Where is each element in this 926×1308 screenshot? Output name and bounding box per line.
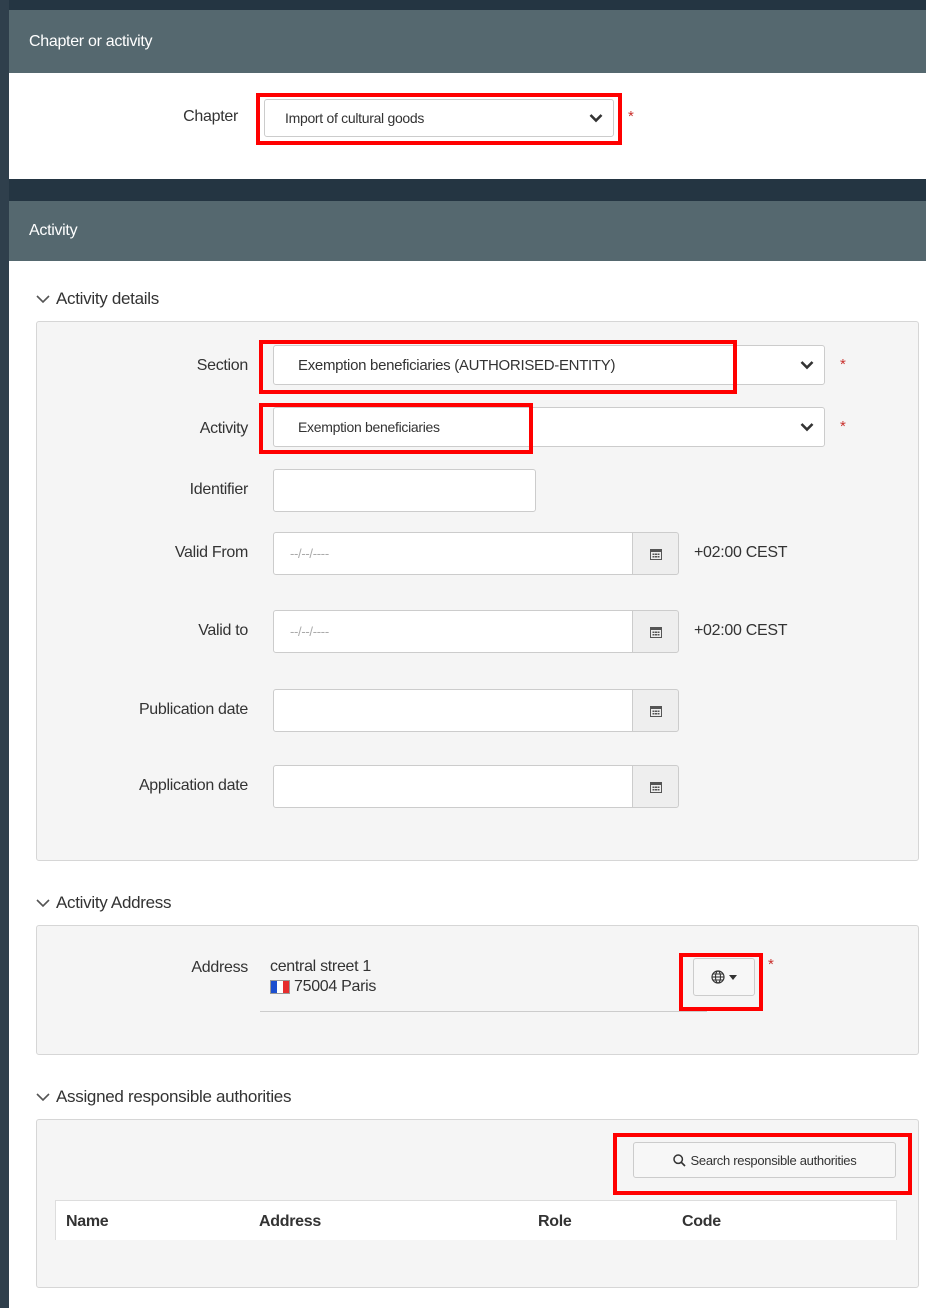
activity-details-toggle[interactable]: Activity details [36,288,159,310]
valid-from-label: Valid From [174,544,248,561]
chapter-panel-title: Chapter or activity [29,32,153,50]
column-header-name: Name [66,1213,109,1230]
chapter-highlight-box [256,93,622,145]
activity-panel-header: Activity [9,201,926,261]
publication-date-calendar-button[interactable] [632,689,679,732]
column-header-role: Role [538,1213,572,1230]
publication-date-label: Publication date [138,701,248,718]
activity-panel-title: Activity [29,222,78,239]
chevron-down-icon [800,361,814,370]
calendar-icon [649,626,662,638]
activity-label: Activity [199,420,249,437]
authorities-table-header: Name Address Role Code [55,1200,897,1240]
activity-address-toggle[interactable]: Activity Address [36,892,172,914]
column-header-code: Code [682,1213,721,1230]
activity-details-title: Activity details [56,289,159,308]
address-city: 75004 Paris [294,978,377,995]
activity-address-title: Activity Address [56,893,172,912]
section-label: Section [196,357,249,374]
search-button-highlight-box [613,1133,912,1195]
map-button-highlight-box [679,953,763,1011]
address-city-line: 75004 Paris [270,978,376,996]
chevron-down-icon [36,1093,50,1102]
chevron-down-icon [800,423,814,432]
left-edge-bar [0,0,9,1308]
authorities-toggle[interactable]: Assigned responsible authorities [36,1086,291,1108]
activity-address-well [36,925,919,1055]
section-required-mark: * [840,356,846,373]
calendar-icon [649,705,662,717]
authorities-title: Assigned responsible authorities [56,1087,292,1106]
address-underline [260,1011,707,1012]
chevron-down-icon [36,295,50,304]
valid-to-placeholder: --/--/---- [290,624,329,639]
calendar-icon [649,781,662,793]
address-street: central street 1 [270,958,372,975]
france-flag-icon [270,980,290,994]
valid-to-label: Valid to [198,622,248,639]
chapter-required-mark: * [628,108,634,125]
application-date-input[interactable] [273,765,633,808]
valid-from-placeholder: --/--/---- [290,546,329,561]
calendar-icon [649,548,662,560]
valid-from-calendar-button[interactable] [632,532,679,575]
panel-separator [9,179,926,201]
valid-from-input[interactable]: --/--/---- [273,532,633,575]
valid-to-timezone: +02:00 CEST [694,622,788,639]
identifier-label: Identifier [189,481,249,498]
chapter-label: Chapter [183,108,238,125]
identifier-input[interactable] [273,469,536,512]
valid-to-input[interactable]: --/--/---- [273,610,633,653]
valid-from-timezone: +02:00 CEST [694,544,788,561]
top-strip [9,0,926,10]
section-highlight-box [259,340,737,394]
chapter-panel-header: Chapter or activity [9,10,926,73]
column-header-address: Address [259,1213,321,1230]
activity-required-mark: * [840,418,846,435]
chevron-down-icon [36,899,50,908]
activity-highlight-box [259,403,533,454]
application-date-calendar-button[interactable] [632,765,679,808]
address-required-mark: * [768,956,774,973]
address-label: Address [191,959,248,976]
valid-to-calendar-button[interactable] [632,610,679,653]
publication-date-input[interactable] [273,689,633,732]
application-date-label: Application date [138,777,248,794]
